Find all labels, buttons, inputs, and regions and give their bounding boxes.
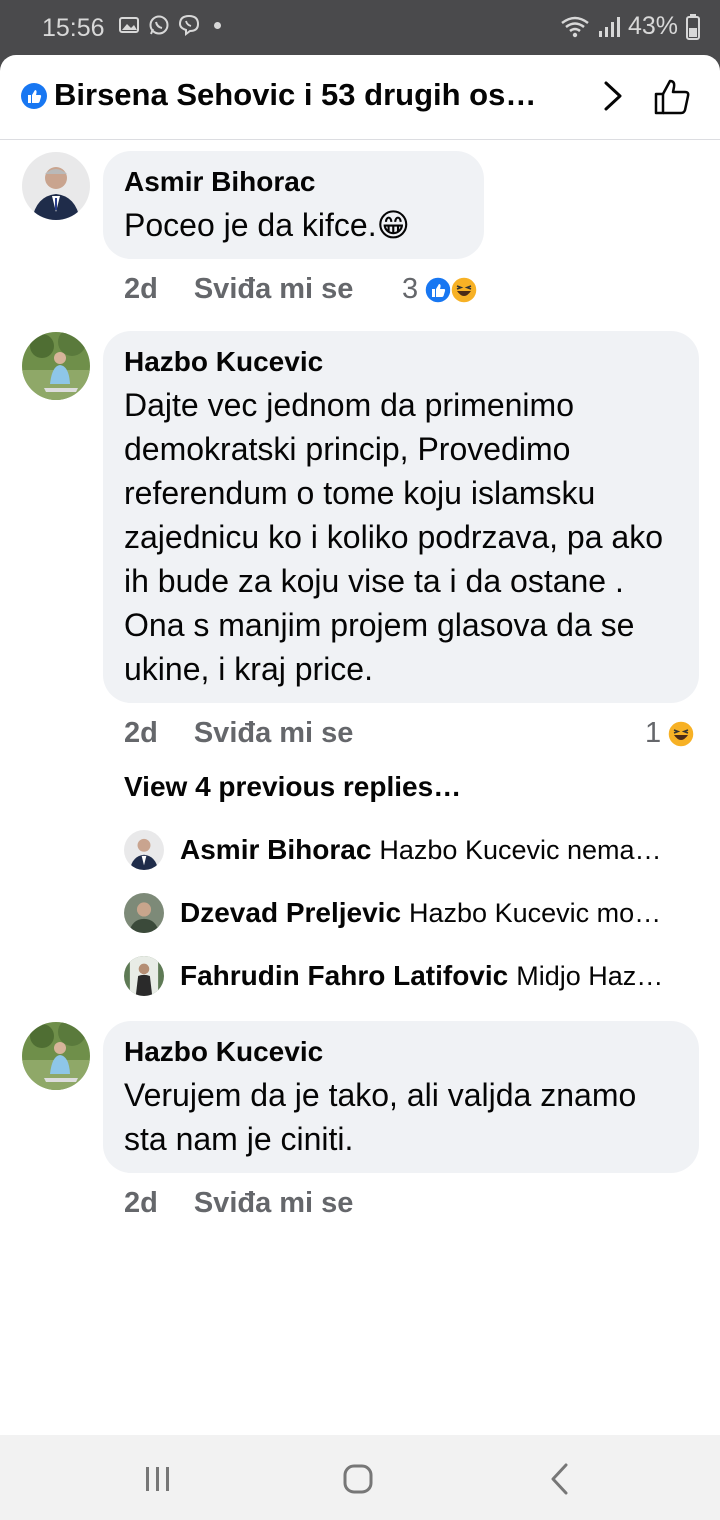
gallery-icon — [119, 17, 139, 33]
comment-bubble[interactable]: Hazbo Kucevic Verujem da je tako, ali va… — [103, 1021, 699, 1173]
reaction-summary[interactable]: 1 — [645, 717, 695, 750]
reply-author[interactable]: Asmir Bihorac — [180, 834, 371, 866]
back-icon[interactable] — [541, 1459, 581, 1499]
like-button[interactable]: Sviđa mi se — [194, 1187, 354, 1219]
comment-text: Verujem da je tako, ali valjda znamo sta… — [124, 1077, 637, 1157]
signal-icon — [598, 16, 620, 37]
reply-snippet: Midjo Haz… — [516, 960, 664, 991]
comment-author[interactable]: Asmir Bihorac — [124, 165, 464, 199]
avatar[interactable] — [22, 152, 90, 220]
status-system-icons: 43% — [560, 12, 700, 41]
comment-text: Dajte vec jednom da primenimo demokratsk… — [124, 387, 663, 687]
avatar[interactable] — [124, 830, 164, 870]
avatar[interactable] — [22, 1022, 90, 1090]
person-photo — [124, 893, 164, 933]
comment-author[interactable]: Hazbo Kucevic — [124, 1035, 679, 1069]
whatsapp-icon — [149, 15, 169, 35]
comment-bubble[interactable]: Hazbo Kucevic Dajte vec jednom da primen… — [103, 331, 699, 703]
recent-apps-icon[interactable] — [138, 1459, 178, 1499]
reactions-comments-sheet: Birsena Sehovic i 53 drugih os… Asmir Bi… — [0, 55, 720, 1435]
comment-actions: 2d Sviđa mi se — [124, 1187, 353, 1220]
comment-actions: 2d Sviđa mi se — [124, 273, 353, 306]
status-bar: 15:56 43% — [0, 0, 720, 55]
comment-time: 2d — [124, 273, 158, 305]
avatar[interactable] — [124, 956, 164, 996]
like-reaction-icon — [424, 275, 452, 304]
more-notifications-dot — [214, 21, 221, 29]
comment-author[interactable]: Hazbo Kucevic — [124, 345, 679, 379]
comment-actions: 2d Sviđa mi se — [124, 717, 353, 750]
person-photo — [22, 332, 90, 400]
haha-reaction-icon — [667, 719, 695, 748]
status-time: 15:56 — [42, 14, 105, 42]
reply-preview[interactable]: Dzevad Preljevic Hazbo Kucevic mo… — [124, 891, 694, 935]
like-reaction-icon — [21, 83, 47, 109]
thumbs-up-outline-icon[interactable] — [652, 77, 692, 117]
view-previous-replies-link[interactable]: View 4 previous replies… — [124, 771, 461, 803]
person-photo — [22, 152, 90, 220]
comment-bubble[interactable]: Asmir Bihorac Poceo je da kifce.😁 — [103, 151, 484, 259]
status-notification-icons — [118, 14, 221, 36]
person-photo — [124, 830, 164, 870]
reply-snippet: Hazbo Kucevic nema… — [379, 834, 662, 865]
comment-time: 2d — [124, 717, 158, 749]
person-photo — [22, 1022, 90, 1090]
system-navigation-bar — [0, 1435, 720, 1520]
wifi-icon — [561, 16, 589, 37]
reaction-summary[interactable]: 3 — [402, 273, 478, 306]
reply-preview[interactable]: Fahrudin Fahro Latifovic Midjo Haz… — [124, 954, 694, 998]
sheet-header: Birsena Sehovic i 53 drugih os… — [0, 55, 720, 140]
comment-time: 2d — [124, 1187, 158, 1219]
person-photo — [124, 956, 164, 996]
reactors-title[interactable]: Birsena Sehovic i 53 drugih os… — [54, 77, 584, 113]
reply-snippet: Hazbo Kucevic mo… — [409, 897, 662, 928]
reply-author[interactable]: Fahrudin Fahro Latifovic — [180, 960, 508, 992]
avatar[interactable] — [124, 893, 164, 933]
like-button[interactable]: Sviđa mi se — [194, 717, 354, 749]
reaction-count: 3 — [402, 273, 419, 305]
comment-text: Poceo je da kifce.😁 — [124, 207, 410, 243]
avatar[interactable] — [22, 332, 90, 400]
chevron-right-icon[interactable] — [598, 79, 626, 113]
reply-preview[interactable]: Asmir Bihorac Hazbo Kucevic nema… — [124, 828, 694, 872]
home-icon[interactable] — [338, 1459, 378, 1499]
reaction-count: 1 — [645, 717, 662, 749]
reply-author[interactable]: Dzevad Preljevic — [180, 897, 401, 929]
battery-icon — [686, 13, 700, 40]
battery-percent: 43% — [627, 12, 678, 40]
viber-icon — [178, 14, 200, 36]
like-button[interactable]: Sviđa mi se — [194, 273, 354, 305]
haha-reaction-icon — [450, 275, 478, 304]
